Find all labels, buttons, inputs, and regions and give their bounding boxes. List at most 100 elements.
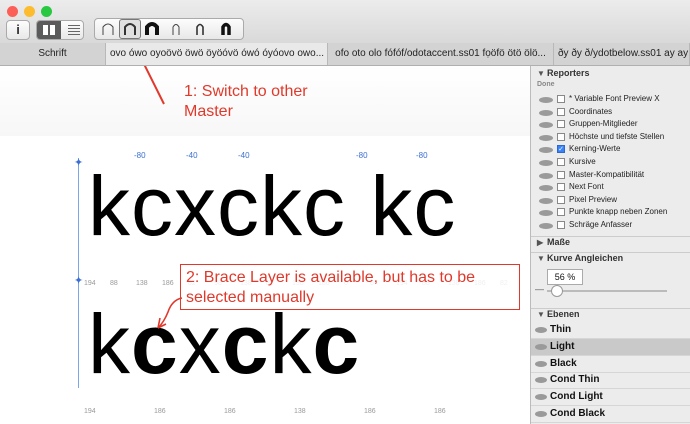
- glyph-c-brace[interactable]: c: [312, 300, 360, 388]
- master-light-button[interactable]: [119, 19, 141, 39]
- master-switcher: [94, 18, 244, 40]
- reporter-item[interactable]: Gruppen-Mitglieder: [531, 119, 690, 131]
- glyph-c-brace[interactable]: c: [222, 300, 270, 388]
- edit-canvas[interactable]: -80 -40 -40 -80 -80 ✦ ✦ kcxckc kc 194 88 1…: [0, 66, 530, 424]
- list-view-button[interactable]: [63, 21, 85, 39]
- grid-view-button[interactable]: [37, 21, 61, 39]
- annotation-note-2: 2: Brace Layer is available, but has to …: [186, 268, 475, 308]
- layer-item[interactable]: Black: [531, 356, 690, 373]
- tab-edit-1[interactable]: ovo ówo oyoövö öwö öyöóvö ówó óyóovo owo…: [106, 43, 328, 65]
- master-black-icon: [145, 22, 159, 35]
- eye-icon[interactable]: [535, 360, 547, 367]
- reporter-label: Pixel Preview: [569, 194, 618, 204]
- reporter-checkbox[interactable]: [557, 170, 565, 179]
- anchor-marker-icon: ✦: [74, 275, 84, 287]
- master-thin-button[interactable]: [97, 19, 119, 39]
- reporter-item[interactable]: ✓ Kerning-Werte: [531, 144, 690, 156]
- disclosure-down-icon: ▼: [537, 254, 545, 263]
- master-cond-thin-icon: [172, 24, 180, 35]
- reporter-item[interactable]: Kursive: [531, 157, 690, 169]
- minimize-window-button[interactable]: [24, 6, 35, 17]
- layer-item[interactable]: Cond Thin: [531, 372, 690, 390]
- layer-item[interactable]: Cond Light: [531, 389, 690, 407]
- kurve-minus-label: —: [535, 284, 544, 294]
- eye-icon[interactable]: [539, 147, 553, 154]
- reporter-item[interactable]: Pixel Preview: [531, 195, 690, 207]
- list-icon: [68, 25, 80, 35]
- anchor-marker-icon: ✦: [74, 157, 84, 169]
- reporter-item[interactable]: * Variable Font Preview X: [531, 94, 690, 106]
- kurve-slider-thumb[interactable]: [551, 285, 563, 297]
- reporter-item[interactable]: Master-Kompatibilität: [531, 170, 690, 182]
- reporter-item[interactable]: Höchste und tiefste Stellen: [531, 132, 690, 144]
- master-cond-thin-button[interactable]: [165, 19, 187, 39]
- reporter-label: Coordinates: [569, 106, 613, 116]
- tab-edit-3[interactable]: ðy ðy ð/ydotbelow.ss01 ay ay: [554, 43, 690, 65]
- reporter-checkbox[interactable]: [557, 208, 565, 217]
- layer-item[interactable]: Cond Black: [531, 406, 690, 423]
- masse-header[interactable]: ▶ Maße: [531, 236, 690, 252]
- eye-icon[interactable]: [539, 210, 553, 217]
- metric-value: 186: [162, 280, 174, 287]
- eye-icon[interactable]: [539, 197, 553, 204]
- reporter-item[interactable]: Schräge Anfasser: [531, 220, 690, 232]
- reporter-checkbox[interactable]: [557, 132, 565, 141]
- eye-icon[interactable]: [539, 160, 553, 166]
- grid-icon: [43, 25, 55, 35]
- tab-schrift[interactable]: Schrift: [0, 43, 106, 65]
- master-black-button[interactable]: [141, 19, 163, 39]
- eye-icon[interactable]: [535, 394, 547, 401]
- master-cond-light-icon: [196, 23, 204, 35]
- reporter-checkbox[interactable]: [557, 158, 565, 166]
- master-cond-light-button[interactable]: [189, 19, 211, 39]
- reporter-checkbox[interactable]: [557, 195, 565, 204]
- reporter-checkbox[interactable]: [557, 120, 565, 129]
- eye-icon[interactable]: [539, 134, 553, 141]
- eye-icon[interactable]: [539, 109, 553, 116]
- eye-icon[interactable]: [539, 172, 553, 179]
- kurve-slider-track[interactable]: [547, 290, 667, 292]
- metric-value: 186: [364, 408, 376, 415]
- reporter-checkbox[interactable]: [557, 183, 565, 192]
- info-button[interactable]: i: [6, 20, 30, 40]
- master-cond-black-button[interactable]: [215, 19, 237, 39]
- zoom-window-button[interactable]: [41, 6, 52, 17]
- reporter-item[interactable]: Punkte knapp neben Zonen: [531, 207, 690, 219]
- reporter-label: Punkte knapp neben Zonen: [569, 207, 668, 217]
- eye-icon[interactable]: [539, 122, 553, 129]
- reporter-checkbox[interactable]: [557, 107, 565, 116]
- kurve-value-field[interactable]: 56 %: [547, 269, 583, 285]
- eye-icon[interactable]: [535, 377, 547, 384]
- reporter-label: Kursive: [569, 157, 596, 166]
- kurve-header[interactable]: ▼ Kurve Angleichen: [531, 252, 690, 268]
- reporter-checkbox[interactable]: [557, 95, 565, 103]
- reporter-checkbox[interactable]: ✓: [557, 145, 565, 154]
- eye-icon[interactable]: [539, 97, 553, 103]
- reporter-item[interactable]: Coordinates: [531, 107, 690, 119]
- done-label: Done: [537, 81, 555, 88]
- eye-icon[interactable]: [539, 223, 553, 229]
- disclosure-down-icon: ▼: [537, 310, 545, 319]
- eye-icon[interactable]: [535, 343, 547, 350]
- text-line-mixed[interactable]: kcxckc: [88, 300, 360, 388]
- glyph-k[interactable]: k: [269, 300, 312, 388]
- eye-icon[interactable]: [535, 327, 547, 333]
- layer-item[interactable]: Light: [531, 338, 690, 356]
- tab-edit-2[interactable]: ofo oto olo fófóf/odotaccent.ss01 fọöfö …: [328, 43, 554, 65]
- palette-panel: ▼ Reporters Done * Variable Font Preview …: [530, 66, 690, 424]
- metric-value: 194: [84, 408, 96, 415]
- reporter-label: Master-Kompatibilität: [569, 169, 645, 179]
- reporter-label: Next Font: [569, 182, 604, 192]
- glyph-k[interactable]: k: [88, 300, 131, 388]
- eye-icon[interactable]: [539, 185, 553, 192]
- reporter-item[interactable]: Next Font: [531, 182, 690, 194]
- text-line-light[interactable]: kcxckc kc: [88, 162, 456, 250]
- reporter-label: Höchste und tiefste Stellen: [569, 131, 665, 141]
- metric-line: [78, 158, 79, 388]
- eye-icon[interactable]: [535, 411, 547, 417]
- metric-value: 138: [294, 408, 306, 415]
- close-window-button[interactable]: [7, 6, 18, 17]
- layer-item[interactable]: Thin: [531, 322, 690, 339]
- reporter-checkbox[interactable]: [557, 221, 565, 229]
- view-mode-segmented: [36, 20, 84, 40]
